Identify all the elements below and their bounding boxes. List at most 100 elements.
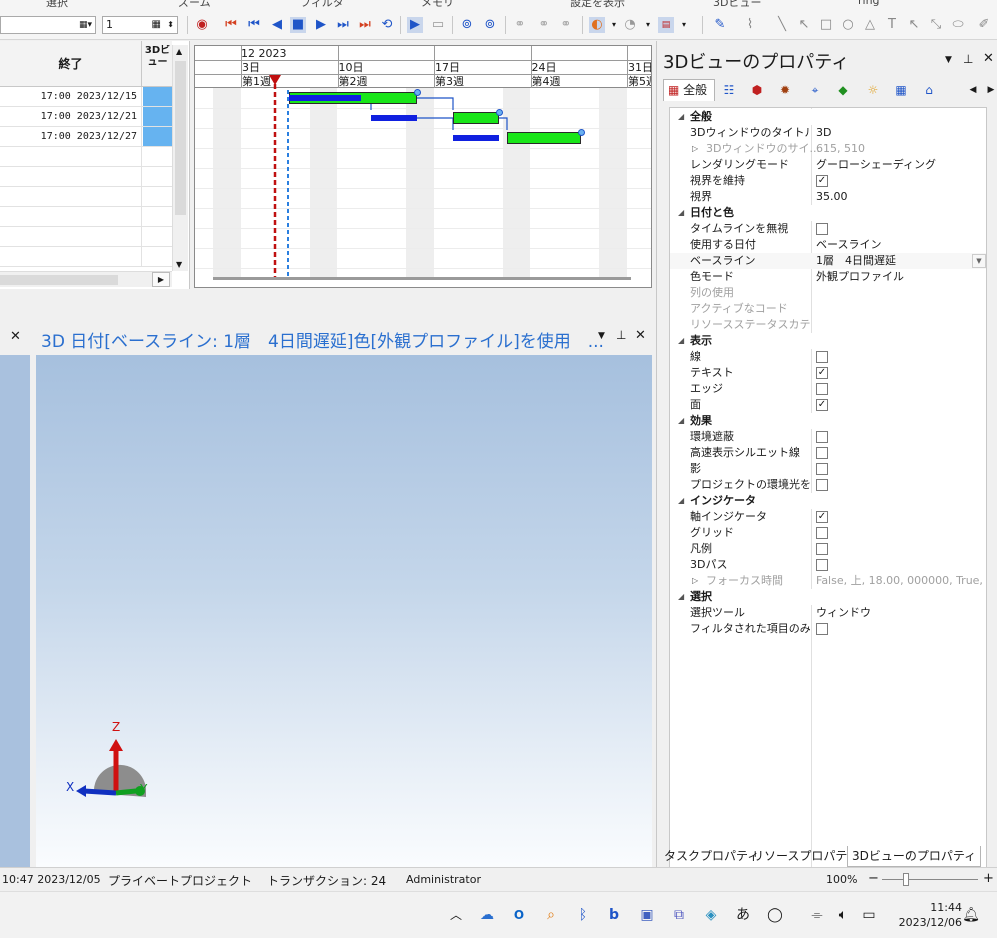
cell-end[interactable] xyxy=(0,147,142,167)
tab-next-icon[interactable]: ▶ xyxy=(983,82,997,98)
tab-model-icon[interactable]: ⬢ xyxy=(749,82,765,98)
close-icon[interactable]: ✕ xyxy=(983,51,994,66)
zoom-slider-thumb[interactable] xyxy=(903,873,909,886)
property-row[interactable]: ベースライン 1層 4日間遅延 ▼ xyxy=(670,253,986,269)
property-value[interactable]: 1層 4日間遅延 xyxy=(816,253,986,269)
pin-icon[interactable]: ⊥ xyxy=(616,328,626,342)
property-row[interactable]: グリッド xyxy=(670,525,986,541)
tab-grid-icon[interactable]: ▦ xyxy=(893,82,909,98)
property-checkbox[interactable] xyxy=(816,447,828,459)
property-row[interactable]: 視界を維持 ✓ xyxy=(670,173,986,189)
tab-light-icon[interactable]: ☼ xyxy=(865,82,881,98)
expand-icon[interactable]: ▷ xyxy=(692,576,698,585)
dropdown-arrow-icon[interactable]: ▼ xyxy=(972,254,986,268)
cell-end[interactable] xyxy=(0,247,142,267)
property-row[interactable]: 3Dパス xyxy=(670,557,986,573)
cell-3d[interactable] xyxy=(143,107,172,126)
property-row[interactable]: リソースステータスカテゴリ xyxy=(670,317,986,333)
first-icon[interactable]: ⏮ xyxy=(223,17,239,33)
text-icon[interactable]: T xyxy=(884,17,900,33)
cell-3d[interactable] xyxy=(143,127,172,146)
property-row[interactable]: 凡例 xyxy=(670,541,986,557)
gantt-bar-baseline[interactable] xyxy=(371,115,417,121)
property-row[interactable]: 面 ✓ xyxy=(670,397,986,413)
property-category[interactable]: ◢ インジケータ xyxy=(670,493,986,509)
property-row[interactable]: 環境遮蔽 xyxy=(670,429,986,445)
ime-indicator[interactable]: あ xyxy=(734,906,752,924)
triangle-icon[interactable]: △ xyxy=(862,17,878,33)
property-value[interactable]: False, 上, 18.00, 000000, True, F... xyxy=(816,573,986,589)
tab-3dview-properties[interactable]: 3Dビューのプロパティ xyxy=(847,846,982,867)
move-down-icon[interactable]: ⊚ xyxy=(482,17,498,33)
collapse-icon[interactable]: ◢ xyxy=(678,336,684,345)
search-icon[interactable]: ⌕ xyxy=(542,906,560,924)
gantt-end-handle[interactable] xyxy=(496,109,503,116)
property-checkbox[interactable] xyxy=(816,543,828,555)
expand-icon[interactable]: ▷ xyxy=(692,144,698,153)
table-row[interactable] xyxy=(0,247,172,267)
circle-icon[interactable]: ○ xyxy=(840,17,856,33)
move-up-icon[interactable]: ⊚ xyxy=(459,17,475,33)
eraser-icon[interactable]: ✐ xyxy=(976,17,992,33)
property-row[interactable]: ▷ フォーカス時間 False, 上, 18.00, 000000, True, F… xyxy=(670,573,986,589)
tab-list-icon[interactable]: ☷ xyxy=(721,82,737,98)
gantt-end-handle[interactable] xyxy=(414,89,421,96)
property-row[interactable]: レンダリングモード グーローシェーディング xyxy=(670,157,986,173)
show-hidden-icons-icon[interactable]: ︿ xyxy=(447,906,465,924)
property-checkbox[interactable] xyxy=(816,383,828,395)
step-forward-icon[interactable]: ⏭ xyxy=(335,17,351,33)
table-vertical-scrollbar[interactable]: ▲ ▼ xyxy=(172,45,188,271)
property-category[interactable]: ◢ 選択 xyxy=(670,589,986,605)
tab-prev-icon[interactable]: ◀ xyxy=(965,82,981,98)
chevron-down-icon[interactable]: ▼ xyxy=(945,55,952,65)
cell-end[interactable] xyxy=(0,207,142,227)
property-checkbox[interactable]: ✓ xyxy=(816,175,828,187)
tab-resource-properties[interactable]: リソースプロパティ xyxy=(748,846,863,867)
cell-3d[interactable] xyxy=(143,147,172,166)
gantt-bar-actual[interactable] xyxy=(453,112,499,124)
tab-camera-icon[interactable]: ⌂ xyxy=(921,82,937,98)
property-value[interactable] xyxy=(816,285,986,301)
property-row[interactable]: 線 xyxy=(670,349,986,365)
property-row[interactable]: アクティブなコード xyxy=(670,301,986,317)
property-value[interactable]: 3D xyxy=(816,125,986,141)
play-mode-icon[interactable]: ▶ xyxy=(407,17,423,33)
property-checkbox[interactable] xyxy=(816,463,828,475)
table-row[interactable] xyxy=(0,147,172,167)
link-icon[interactable]: ⚭ xyxy=(512,17,528,33)
bing-icon[interactable]: b xyxy=(605,906,623,924)
table-row[interactable] xyxy=(0,227,172,247)
chevron-down-icon[interactable]: ▾ xyxy=(606,17,622,33)
bluetooth-icon[interactable]: ᛒ xyxy=(574,906,592,924)
close-icon[interactable]: ✕ xyxy=(635,328,646,343)
property-row[interactable]: テキスト ✓ xyxy=(670,365,986,381)
column-header-3d[interactable]: 3Dビュー xyxy=(143,45,172,85)
chevron-down-icon[interactable]: ▾ xyxy=(676,17,692,33)
view-combo[interactable]: ▦▾ xyxy=(0,16,96,34)
cell-3d[interactable] xyxy=(143,247,172,266)
property-row[interactable]: プロジェクトの環境光を... xyxy=(670,477,986,493)
rectangle-icon[interactable]: □ xyxy=(818,17,834,33)
property-checkbox[interactable] xyxy=(816,223,828,235)
zoom-slider[interactable] xyxy=(882,879,978,880)
property-checkbox[interactable] xyxy=(816,479,828,491)
loop-icon[interactable]: ⟲ xyxy=(379,17,395,33)
record-icon[interactable]: ◉ xyxy=(194,17,210,33)
arrow-left-icon[interactable]: ↖ xyxy=(906,17,922,33)
property-row[interactable]: 列の使用 xyxy=(670,285,986,301)
play-icon[interactable]: ▶ xyxy=(313,17,329,33)
gantt-horizontal-scrollbar[interactable] xyxy=(213,277,631,280)
property-checkbox[interactable] xyxy=(816,527,828,539)
cell-3d[interactable] xyxy=(143,187,172,206)
network-icon[interactable]: ⌯ xyxy=(808,906,826,924)
scroll-thumb[interactable] xyxy=(0,275,118,285)
table-row[interactable]: 17:00 2023/12/27 xyxy=(0,127,172,147)
cloud-error-icon[interactable]: ☁ xyxy=(478,906,496,924)
app-icon[interactable]: ▣ xyxy=(638,906,656,924)
property-row[interactable]: 視界 35.00 xyxy=(670,189,986,205)
last-icon[interactable]: ⏭ xyxy=(357,17,373,33)
property-row[interactable]: ▷ 3Dウィンドウのサイ... 615, 510 xyxy=(670,141,986,157)
collapse-icon[interactable]: ◢ xyxy=(678,208,684,217)
arrow-icon[interactable]: ↖ xyxy=(796,17,812,33)
table-row[interactable] xyxy=(0,187,172,207)
